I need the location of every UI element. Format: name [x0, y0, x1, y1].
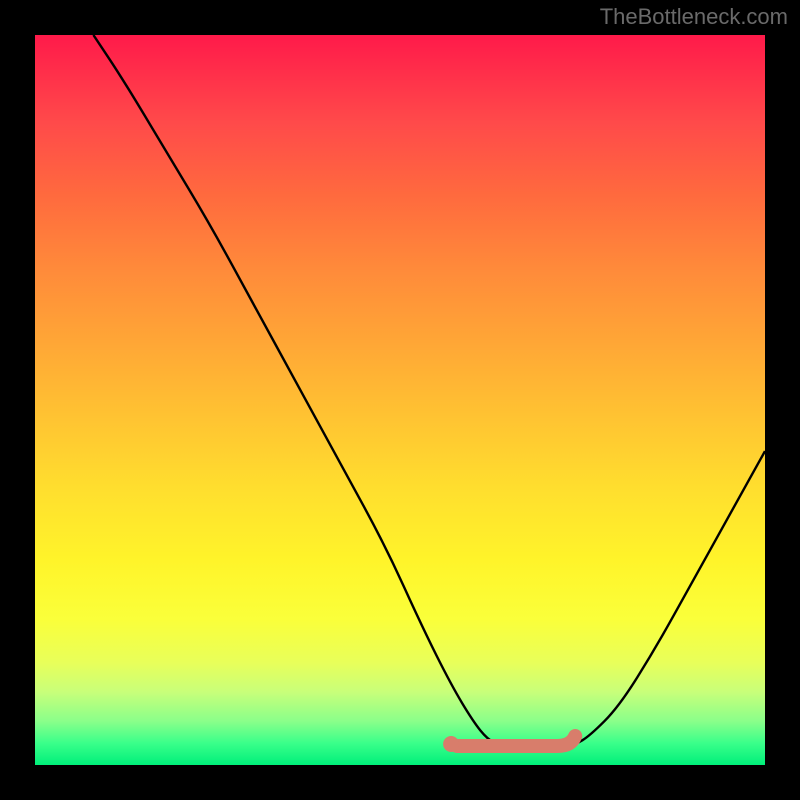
optimal-zone-start-dot — [443, 736, 459, 752]
watermark-text: TheBottleneck.com — [600, 4, 788, 30]
plot-area — [35, 35, 765, 765]
bottleneck-curve — [93, 35, 765, 749]
optimal-zone-marker — [457, 736, 575, 746]
chart-svg — [35, 35, 765, 765]
